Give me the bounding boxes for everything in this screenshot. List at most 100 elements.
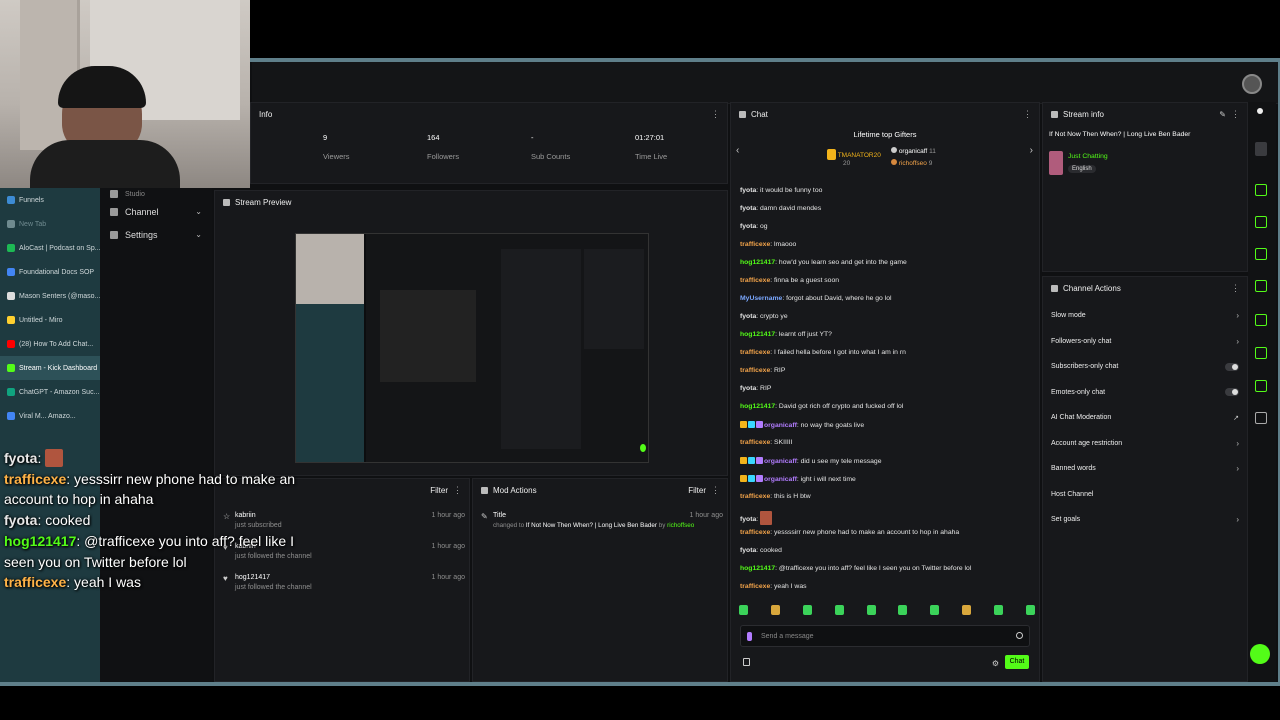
expand-icon[interactable] bbox=[1255, 314, 1267, 326]
tab-favicon-icon bbox=[7, 220, 15, 228]
category-thumbnail bbox=[1049, 151, 1063, 175]
channel-action-emotes-only-chat[interactable]: Emotes-only chat bbox=[1043, 380, 1247, 406]
emote-button[interactable] bbox=[802, 605, 812, 615]
channel-action-subscribers-only-chat[interactable]: Subscribers-only chat bbox=[1043, 354, 1247, 380]
mod-filter-button[interactable]: Filter bbox=[688, 486, 706, 495]
emote-button[interactable] bbox=[834, 605, 844, 615]
stream-preview-panel: Stream Preview bbox=[214, 190, 728, 476]
channel-actions-title: Channel Actions bbox=[1063, 283, 1121, 293]
tab-favicon-icon bbox=[7, 268, 15, 276]
browser-tab[interactable]: AloCast | Podcast on Sp... bbox=[0, 236, 100, 260]
stream-stats-panel: Info ⋮ 9 Viewers 164 Followers - Sub Counts 01:… bbox=[250, 102, 728, 184]
chat-message: organicaff: ight i will next time bbox=[740, 475, 856, 483]
browser-tab[interactable]: Viral M... Amazo... bbox=[0, 404, 100, 428]
activity-filter-button[interactable]: Filter bbox=[430, 486, 448, 495]
chat-message: hog121417: how'd you learn seo and get i… bbox=[740, 259, 907, 266]
nav-channel[interactable]: Channel ⌄ bbox=[100, 200, 212, 223]
chat-input[interactable]: Send a message bbox=[740, 625, 1030, 647]
mod-badge-icon bbox=[756, 421, 763, 428]
more-icon[interactable]: ⋮ bbox=[1231, 109, 1240, 120]
chevron-left-icon[interactable]: ‹ bbox=[736, 145, 739, 156]
toggle-switch[interactable] bbox=[1225, 362, 1239, 371]
edit-tool-icon[interactable] bbox=[1255, 142, 1267, 156]
lightning-icon[interactable] bbox=[1255, 216, 1267, 228]
browser-tab[interactable]: Mason Senters (@maso... bbox=[0, 284, 100, 308]
browser-tab[interactable]: ChatGPT - Amazon Suc... bbox=[0, 380, 100, 404]
chat-send-button[interactable]: Chat bbox=[1005, 655, 1029, 669]
chat-message: trafficexe: RIP bbox=[740, 367, 786, 374]
emote-button[interactable] bbox=[770, 605, 780, 615]
sub-badge-icon bbox=[748, 421, 755, 428]
actions-icon bbox=[1051, 284, 1058, 292]
user-avatar[interactable] bbox=[1242, 74, 1262, 94]
browser-tab[interactable]: Funnels bbox=[0, 188, 100, 212]
chevron-right-icon[interactable]: › bbox=[1030, 145, 1033, 156]
preview-title: Stream Preview bbox=[235, 197, 292, 207]
chat-input-placeholder: Send a message bbox=[761, 633, 814, 640]
gifter-badge-icon bbox=[740, 421, 747, 428]
emote-image bbox=[45, 449, 64, 467]
emote-button[interactable] bbox=[898, 605, 908, 615]
browser-tab[interactable]: (28) How To Add Chat... bbox=[0, 332, 100, 356]
support-icon[interactable] bbox=[1250, 644, 1270, 664]
stream-preview-video[interactable] bbox=[295, 233, 649, 463]
gear-icon[interactable]: ⚙ bbox=[992, 659, 999, 668]
emote-bar bbox=[739, 605, 1035, 615]
more-icon[interactable]: ⋮ bbox=[453, 485, 462, 496]
channel-action-banned-words[interactable]: Banned words › bbox=[1043, 456, 1247, 482]
gifter-3: richoffseo 9 bbox=[891, 159, 932, 167]
chat-message: organicaff: no way the goats live bbox=[740, 421, 864, 429]
emote-button[interactable] bbox=[962, 605, 972, 615]
gift-icon[interactable] bbox=[743, 658, 750, 666]
channel-action-set-goals[interactable]: Set goals › bbox=[1043, 507, 1247, 533]
chat-bubble-icon[interactable] bbox=[1255, 280, 1267, 292]
toggle-switch[interactable] bbox=[1225, 388, 1239, 397]
tab-favicon-icon bbox=[7, 340, 15, 348]
channel-action-account-age-restriction[interactable]: Account age restriction › bbox=[1043, 431, 1247, 457]
settings-cog-icon[interactable] bbox=[1255, 412, 1267, 424]
tool-icon[interactable] bbox=[1255, 380, 1267, 392]
chat-message: fyota: it would be funny too bbox=[740, 187, 823, 194]
channel-actions-panel: Channel Actions ⋮ Slow mode › Followers-onl… bbox=[1042, 276, 1248, 682]
stream-title-text: If Not Now Then When? | Long Live Ben Ba… bbox=[1049, 131, 1191, 138]
browser-tab[interactable]: Untitled - Miro bbox=[0, 308, 100, 332]
chat-message: organicaff: did u see my tele message bbox=[740, 457, 882, 465]
camera-icon[interactable] bbox=[1255, 184, 1267, 196]
title-change-icon: ✎ bbox=[481, 512, 488, 521]
channel-action-slow-mode[interactable]: Slow mode › bbox=[1043, 303, 1247, 329]
emote-button[interactable] bbox=[1025, 605, 1035, 615]
more-icon[interactable]: ⋮ bbox=[1023, 109, 1032, 120]
stat-2: - Sub Counts bbox=[531, 133, 571, 161]
browser-tab[interactable]: Foundational Docs SOP bbox=[0, 260, 100, 284]
browser-tab[interactable]: New Tab bbox=[0, 212, 100, 236]
list-icon[interactable] bbox=[1255, 347, 1267, 359]
sub-badge-icon bbox=[748, 475, 755, 482]
chat-message: hog121417: @trafficexe you into aff? fee… bbox=[740, 565, 972, 572]
gifter-2: organicaff 11 bbox=[891, 147, 936, 155]
mod-actions-title: Mod Actions bbox=[493, 485, 537, 495]
chevron-right-icon: › bbox=[1236, 438, 1239, 448]
emote-button[interactable] bbox=[930, 605, 940, 615]
more-icon[interactable]: ⋮ bbox=[1231, 283, 1240, 294]
clip-icon[interactable] bbox=[1255, 248, 1267, 260]
profile-dot-icon[interactable] bbox=[1257, 108, 1263, 114]
nav-studio[interactable]: Studio bbox=[100, 188, 212, 200]
emote-button[interactable] bbox=[739, 605, 748, 615]
mod-action-row: ✎ Title changed to If Not Now Then When?… bbox=[481, 512, 723, 529]
edit-icon[interactable]: ✎ bbox=[1219, 110, 1226, 119]
emote-button[interactable] bbox=[866, 605, 876, 615]
channel-action-ai-chat-moderation[interactable]: AI Chat Moderation ↗ bbox=[1043, 405, 1247, 431]
browser-tab[interactable]: Stream - Kick Dashboard bbox=[0, 356, 100, 380]
emoji-icon[interactable] bbox=[1016, 632, 1023, 639]
channel-action-followers-only-chat[interactable]: Followers-only chat › bbox=[1043, 329, 1247, 355]
more-icon[interactable]: ⋮ bbox=[711, 485, 720, 496]
stream-info-title: Stream info bbox=[1063, 109, 1104, 119]
nav-settings[interactable]: Settings ⌄ bbox=[100, 223, 212, 246]
category-label[interactable]: Just Chatting bbox=[1068, 153, 1108, 160]
more-icon[interactable]: ⋮ bbox=[711, 109, 720, 120]
channel-action-host-channel[interactable]: Host Channel bbox=[1043, 482, 1247, 508]
emote-button[interactable] bbox=[994, 605, 1003, 615]
chat-message: fyota: cooked bbox=[740, 547, 782, 554]
top-bar bbox=[252, 62, 1278, 104]
stat-3: 01:27:01 Time Live bbox=[635, 133, 668, 161]
